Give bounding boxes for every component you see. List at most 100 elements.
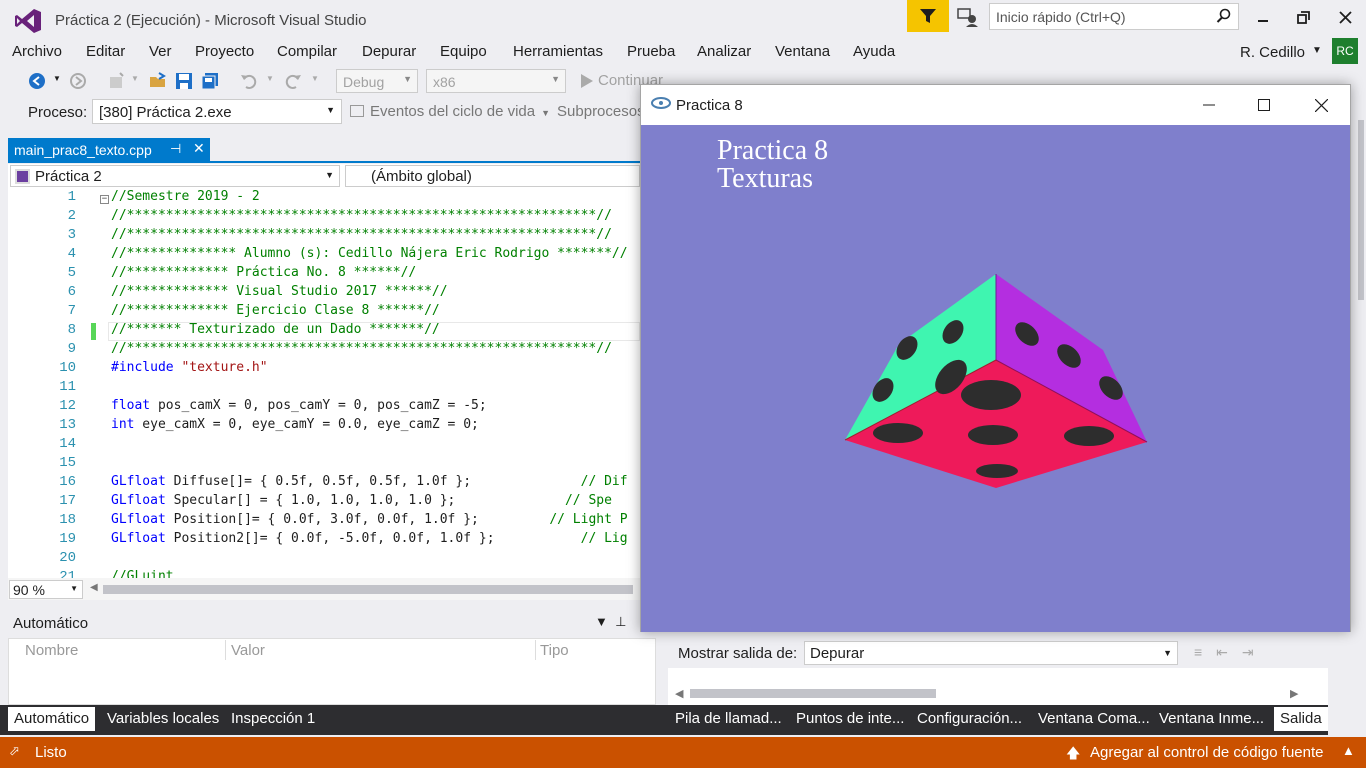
code-line[interactable]: 13 int eye_camX = 0, eye_camY = 0.0, eye_… bbox=[8, 417, 640, 436]
output-toolbar-icons[interactable]: ≡⇤⇥ bbox=[1194, 644, 1268, 661]
new-dropdown-icon[interactable]: ▼ bbox=[131, 74, 139, 83]
redo-dropdown-icon[interactable]: ▼ bbox=[311, 74, 319, 83]
code-line[interactable]: 16 GLfloat Diffuse[]= { 0.5f, 0.5f, 0.5f,… bbox=[8, 474, 640, 493]
tab-call-stack[interactable]: Pila de llamad... bbox=[669, 707, 788, 731]
lifecycle-events-button[interactable]: Eventos del ciclo de vida ▼ Subprocesos bbox=[350, 103, 645, 120]
back-icon[interactable] bbox=[28, 72, 46, 90]
opengl-window-titlebar[interactable]: Practica 8 bbox=[641, 85, 1350, 125]
menu-depurar[interactable]: Depurar bbox=[362, 43, 416, 60]
chevron-up-icon[interactable]: ▲ bbox=[1342, 743, 1355, 758]
opengl-window[interactable]: Practica 8 Practica 8 Texturas bbox=[640, 84, 1351, 632]
project-scope-select[interactable]: Práctica 2 ▼ bbox=[10, 165, 340, 187]
opengl-canvas[interactable]: Practica 8 Texturas bbox=[641, 125, 1350, 632]
column-header-type[interactable]: Tipo bbox=[540, 642, 569, 659]
platform-select[interactable]: x86 ▼ bbox=[426, 69, 566, 93]
code-line[interactable]: 17 GLfloat Specular[] = { 1.0, 1.0, 1.0, … bbox=[8, 493, 640, 512]
save-icon[interactable] bbox=[175, 72, 193, 90]
threads-label[interactable]: Subprocesos bbox=[557, 103, 645, 120]
process-select[interactable]: [380] Práctica 2.exe ▼ bbox=[92, 99, 342, 124]
configuration-select[interactable]: Debug ▼ bbox=[336, 69, 418, 93]
quick-launch-input[interactable]: Inicio rápido (Ctrl+Q) bbox=[989, 3, 1239, 30]
tab-immediate-window[interactable]: Ventana Inme... bbox=[1153, 707, 1271, 731]
notifications-filter-button[interactable] bbox=[907, 0, 949, 32]
code-line[interactable]: 19 GLfloat Position2[]= { 0.0f, -5.0f, 0.… bbox=[8, 531, 640, 550]
scroll-left-icon[interactable]: ◀ bbox=[90, 582, 98, 593]
menu-proyecto[interactable]: Proyecto bbox=[195, 43, 254, 60]
code-line[interactable]: 6 //************* Visual Studio 2017 ****… bbox=[8, 284, 640, 303]
code-line[interactable]: 2 //*************************************… bbox=[8, 208, 640, 227]
code-line[interactable]: 10 #include "texture.h" bbox=[8, 360, 640, 379]
horizontal-scrollbar[interactable] bbox=[103, 585, 633, 594]
code-line[interactable]: 11 bbox=[8, 379, 640, 398]
gl-close-button[interactable] bbox=[1301, 91, 1341, 119]
code-line[interactable]: 12 float pos_camX = 0, pos_camY = 0, pos_… bbox=[8, 398, 640, 417]
menu-ventana[interactable]: Ventana bbox=[775, 43, 830, 60]
menu-ayuda[interactable]: Ayuda bbox=[853, 43, 895, 60]
menu-herramientas[interactable]: Herramientas bbox=[513, 43, 603, 60]
open-folder-icon[interactable] bbox=[149, 72, 167, 90]
back-dropdown-icon[interactable]: ▼ bbox=[53, 74, 61, 83]
redo-icon[interactable] bbox=[284, 72, 302, 90]
code-line[interactable]: 15 bbox=[8, 455, 640, 474]
avatar[interactable]: RC bbox=[1332, 38, 1358, 64]
tab-output[interactable]: Salida bbox=[1274, 707, 1328, 731]
tab-breakpoints[interactable]: Puntos de inte... bbox=[790, 707, 911, 731]
menu-archivo[interactable]: Archivo bbox=[12, 43, 62, 60]
collapse-region-icon[interactable]: − bbox=[100, 195, 109, 204]
gl-maximize-button[interactable] bbox=[1244, 91, 1284, 119]
code-line[interactable]: 7 //************* Ejercicio Clase 8 *****… bbox=[8, 303, 640, 322]
column-header-name[interactable]: Nombre bbox=[25, 642, 78, 659]
code-line[interactable]: 20 bbox=[8, 550, 640, 569]
restore-button[interactable] bbox=[1283, 4, 1323, 30]
code-line[interactable]: − 1 //Semestre 2019 - 2 bbox=[8, 189, 640, 208]
pin-icon[interactable]: ⊣ bbox=[170, 141, 181, 157]
code-line[interactable]: 9 //*************************************… bbox=[8, 341, 640, 360]
menu-analizar[interactable]: Analizar bbox=[697, 43, 751, 60]
tab-locals[interactable]: Variables locales bbox=[101, 707, 226, 731]
close-icon[interactable]: ✕ bbox=[193, 140, 205, 157]
feedback-icon[interactable] bbox=[955, 6, 979, 28]
code-line[interactable]: 18 GLfloat Position[]= { 0.0f, 3.0f, 0.0f… bbox=[8, 512, 640, 531]
scroll-left-icon[interactable]: ◀ bbox=[675, 687, 683, 700]
output-source-select[interactable]: Depurar ▼ bbox=[804, 641, 1178, 665]
undo-icon[interactable] bbox=[240, 72, 258, 90]
tab-command-window[interactable]: Ventana Coma... bbox=[1032, 707, 1156, 731]
continue-icon[interactable] bbox=[578, 72, 596, 90]
editor-tab[interactable]: main_prac8_texto.cpp ⊣ ✕ bbox=[8, 138, 210, 162]
menu-compilar[interactable]: Compilar bbox=[277, 43, 337, 60]
save-all-icon[interactable] bbox=[201, 72, 219, 90]
close-button[interactable] bbox=[1325, 4, 1365, 30]
code-line[interactable]: 4 //************** Alumno (s): Cedillo Ná… bbox=[8, 246, 640, 265]
tab-autos[interactable]: Automático bbox=[8, 707, 96, 731]
add-to-source-control-button[interactable]: Agregar al control de código fuente bbox=[1090, 744, 1324, 761]
menu-equipo[interactable]: Equipo bbox=[440, 43, 487, 60]
user-dropdown-icon[interactable]: ▼ bbox=[1312, 45, 1322, 56]
undo-dropdown-icon[interactable]: ▼ bbox=[266, 74, 274, 83]
tab-watch1[interactable]: Inspección 1 bbox=[225, 707, 322, 731]
column-divider[interactable] bbox=[535, 640, 536, 660]
column-header-value[interactable]: Valor bbox=[231, 642, 265, 659]
output-text-area[interactable] bbox=[668, 668, 1328, 706]
scroll-right-icon[interactable]: ▶ bbox=[1290, 687, 1298, 700]
gl-minimize-button[interactable] bbox=[1189, 91, 1229, 119]
new-project-icon[interactable] bbox=[108, 72, 126, 90]
global-scope-select[interactable]: (Ámbito global) bbox=[345, 165, 640, 187]
code-editor[interactable]: − 1 //Semestre 2019 - 2 2 //****************… bbox=[8, 188, 640, 578]
code-line[interactable]: 14 bbox=[8, 436, 640, 455]
code-line[interactable]: 5 //************* Práctica No. 8 ******// bbox=[8, 265, 640, 284]
zoom-select[interactable]: 90 % ▼ bbox=[9, 580, 83, 599]
right-scrollbar-thumb[interactable] bbox=[1358, 120, 1364, 300]
forward-icon[interactable] bbox=[69, 72, 87, 90]
output-horizontal-scrollbar[interactable] bbox=[690, 689, 936, 698]
code-line[interactable]: 8 //******* Texturizado de un Dado ******… bbox=[8, 322, 640, 341]
column-divider[interactable] bbox=[225, 640, 226, 660]
menu-editar[interactable]: Editar bbox=[86, 43, 125, 60]
panel-options-icon[interactable]: ▼ ⊥ bbox=[595, 614, 626, 630]
menu-ver[interactable]: Ver bbox=[149, 43, 172, 60]
minimize-button[interactable] bbox=[1243, 4, 1283, 30]
user-name[interactable]: R. Cedillo bbox=[1240, 44, 1305, 61]
tab-exception-settings[interactable]: Configuración... bbox=[911, 707, 1029, 731]
menu-prueba[interactable]: Prueba bbox=[627, 43, 675, 60]
code-line[interactable]: 3 //*************************************… bbox=[8, 227, 640, 246]
code-line[interactable]: 21 //GLuint bbox=[8, 569, 640, 578]
